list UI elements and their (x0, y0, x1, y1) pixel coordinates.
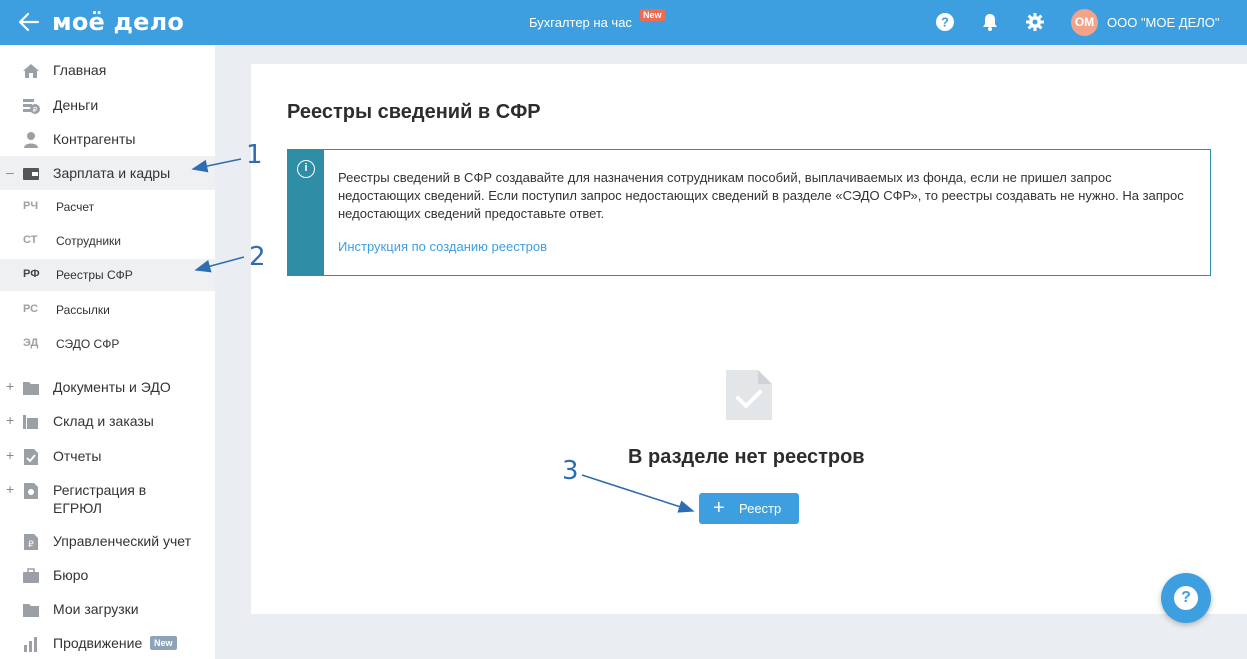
report-icon (24, 449, 38, 465)
sidebar-item-management[interactable]: ₽ Управленческий учет (0, 524, 215, 558)
briefcase-icon (23, 568, 39, 583)
gear-icon[interactable] (1025, 12, 1045, 32)
help-icon: ? (1174, 586, 1198, 610)
folder-icon (23, 604, 39, 617)
add-registry-button[interactable]: + Реестр (699, 493, 799, 524)
sidebar-item-reports[interactable]: + Отчеты (0, 439, 215, 473)
sidebar-subitem-calculation[interactable]: РЧ Расчет (0, 191, 215, 223)
sidebar-item-money[interactable]: ₽ Деньги (0, 88, 215, 122)
bell-icon[interactable] (980, 12, 1000, 32)
plus-icon: + (713, 497, 725, 519)
sidebar-item-salary[interactable]: – Зарплата и кадры (0, 156, 215, 190)
contractors-icon (24, 132, 38, 148)
annotation-label: 1 (246, 140, 263, 170)
info-text: Реестры сведений в СФР создавайте для на… (338, 170, 1184, 221)
back-arrow-icon[interactable] (16, 10, 42, 34)
money-icon: ₽ (23, 99, 40, 114)
new-badge: New (640, 9, 665, 21)
sidebar-item-downloads[interactable]: Мои загрузки (0, 592, 215, 626)
sidebar: Главная ₽ Деньги Контрагенты – Зарплата … (0, 45, 215, 659)
chart-icon (24, 637, 37, 652)
sidebar-subitem-sedo[interactable]: ЭД СЭДО СФР (0, 328, 215, 360)
sidebar-subitem-employees[interactable]: СТ Сотрудники (0, 225, 215, 257)
info-panel: i Реестры сведений в СФР создавайте для … (287, 149, 1211, 276)
annotation-label: 3 (562, 456, 579, 486)
collapse-toggle[interactable]: – (6, 164, 14, 180)
folder-icon (23, 382, 39, 395)
expand-toggle[interactable]: + (6, 447, 14, 463)
expand-toggle[interactable]: + (6, 412, 14, 428)
info-stripe: i (288, 150, 324, 275)
svg-text:₽: ₽ (28, 540, 34, 550)
registration-icon (24, 483, 38, 499)
help-icon[interactable]: ? (935, 12, 955, 32)
sidebar-item-documents[interactable]: + Документы и ЭДО (0, 370, 215, 404)
empty-document-icon (726, 370, 772, 420)
ruble-doc-icon: ₽ (24, 534, 38, 550)
sidebar-subitem-mailings[interactable]: РС Рассылки (0, 294, 215, 326)
expand-toggle[interactable]: + (6, 378, 14, 394)
content-card (251, 64, 1247, 614)
new-badge: New (150, 636, 177, 650)
sidebar-item-contractors[interactable]: Контрагенты (0, 122, 215, 156)
avatar[interactable]: ОМ (1071, 9, 1098, 36)
sidebar-item-home[interactable]: Главная (0, 53, 215, 87)
info-icon: i (297, 160, 315, 178)
logo[interactable]: моё дело (52, 8, 184, 36)
expand-toggle[interactable]: + (6, 481, 14, 497)
help-button[interactable]: ? (1161, 573, 1211, 623)
svg-text:?: ? (941, 15, 949, 30)
warehouse-icon (23, 415, 38, 429)
wallet-icon (23, 168, 39, 180)
sidebar-item-warehouse[interactable]: + Склад и заказы (0, 404, 215, 438)
sidebar-item-registration[interactable]: + Регистрация в ЕГРЮЛ (0, 473, 215, 517)
svg-text:₽: ₽ (33, 106, 38, 114)
org-name[interactable]: ООО "МОЕ ДЕЛО" (1107, 15, 1220, 30)
home-icon (23, 64, 39, 78)
page-title: Реестры сведений в СФР (287, 101, 541, 123)
instruction-link[interactable]: Инструкция по созданию реестров (338, 239, 547, 254)
sidebar-item-promotion[interactable]: Продвижение New (0, 626, 215, 659)
empty-state-title: В разделе нет реестров (628, 446, 865, 468)
accountant-link[interactable]: Бухгалтер на час (529, 15, 632, 30)
annotation-label: 2 (249, 242, 266, 272)
sidebar-item-bureau[interactable]: Бюро (0, 558, 215, 592)
top-bar: моё дело Бухгалтер на час New ? ОМ ООО "… (0, 0, 1247, 45)
sidebar-subitem-sfr-registries[interactable]: РФ Реестры СФР (0, 259, 215, 291)
